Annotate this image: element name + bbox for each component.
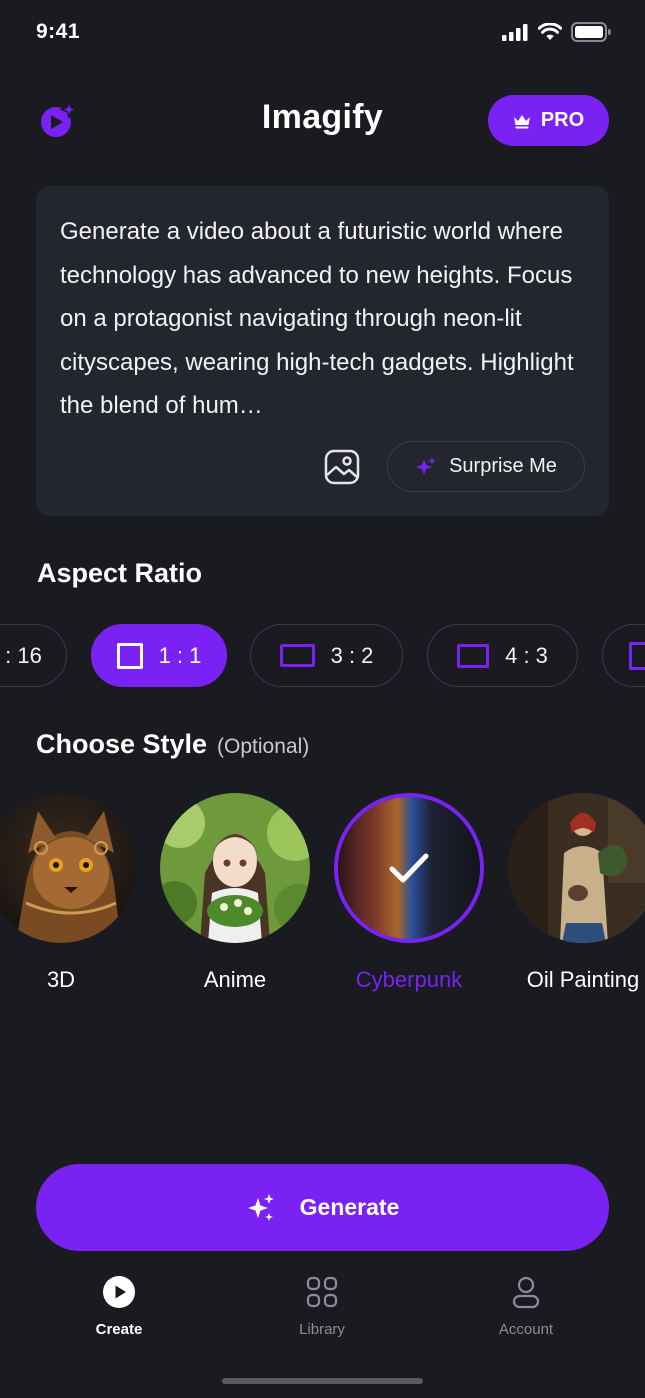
generate-label: Generate [299,1194,400,1220]
style-selector: 3D Anime Cyberpunk Oil Painting [0,793,645,1003]
landscape-ratio-icon [629,641,645,670]
prompt-textarea[interactable]: Generate a video about a futuristic worl… [60,210,590,428]
selected-check-icon [338,797,480,939]
play-circle-icon [103,1276,135,1308]
status-bar: 9:41 [0,0,645,66]
ratio-option-9-16[interactable]: : 16 [0,624,67,687]
ratio-label: 4 : 3 [505,642,548,668]
style-label: Cyberpunk [355,967,463,992]
style-option-3d[interactable]: 3D [0,793,136,992]
choose-style-title: Choose Style (Optional) [36,729,309,760]
ratio-label: 3 : 2 [330,642,374,668]
tab-label: Library [299,1321,345,1338]
header: Imagify PRO [0,90,645,152]
ratio-option-3-2[interactable]: 3 : 2 [250,624,403,687]
aspect-ratio-selector: : 16 1 : 1 3 : 2 4 : 3 [0,624,645,688]
style-thumbnail-anime [160,793,310,943]
grid-icon [306,1276,338,1308]
signal-icon [502,24,528,41]
user-icon [512,1276,540,1309]
style-label: Anime [203,967,267,992]
ratio-option-next[interactable] [602,624,645,687]
sparkles-icon [247,1193,274,1221]
tab-library[interactable]: Library [252,1275,392,1338]
tab-label: Create [95,1321,143,1338]
image-icon [324,449,360,485]
generate-button[interactable]: Generate [36,1164,609,1251]
surprise-label: Surprise Me [449,455,557,477]
style-thumbnail-cyberpunk [334,793,484,943]
style-option-cyberpunk[interactable]: Cyberpunk [334,793,484,992]
optional-label: (Optional) [217,735,310,758]
ratio-option-4-3[interactable]: 4 : 3 [427,624,578,687]
battery-icon [571,22,611,42]
ratio-label: 1 : 1 [158,642,202,668]
landscape-ratio-icon [279,644,315,667]
landscape-ratio-icon [457,643,490,668]
style-thumbnail-oil-painting [508,793,645,943]
choose-style-label: Choose Style [36,729,208,759]
style-thumbnail-3d [0,793,136,943]
status-icons [502,22,611,42]
style-label: 3D [46,967,76,992]
status-time: 9:41 [36,20,81,43]
style-option-oil-painting[interactable]: Oil Painting [508,793,645,992]
home-indicator[interactable] [222,1378,423,1384]
square-ratio-icon [116,642,143,669]
surprise-me-button[interactable]: Surprise Me [387,441,585,492]
pro-label: PRO [540,109,585,131]
pro-button[interactable]: PRO [488,95,609,146]
tab-create[interactable]: Create [49,1275,189,1338]
aspect-ratio-title: Aspect Ratio [37,558,203,588]
tab-label: Account [498,1321,554,1338]
crown-icon [513,114,530,128]
sparkle-icon [416,456,437,475]
add-image-button[interactable] [322,447,362,487]
ratio-option-1-1[interactable]: 1 : 1 [91,624,227,687]
style-label: Oil Painting [526,967,640,992]
ratio-label: : 16 [5,642,42,668]
prompt-card: Generate a video about a futuristic worl… [36,186,609,516]
wifi-icon [538,23,562,40]
tab-bar: Create Library Account [0,1275,645,1355]
style-option-anime[interactable]: Anime [160,793,310,992]
tab-account[interactable]: Account [456,1275,596,1338]
